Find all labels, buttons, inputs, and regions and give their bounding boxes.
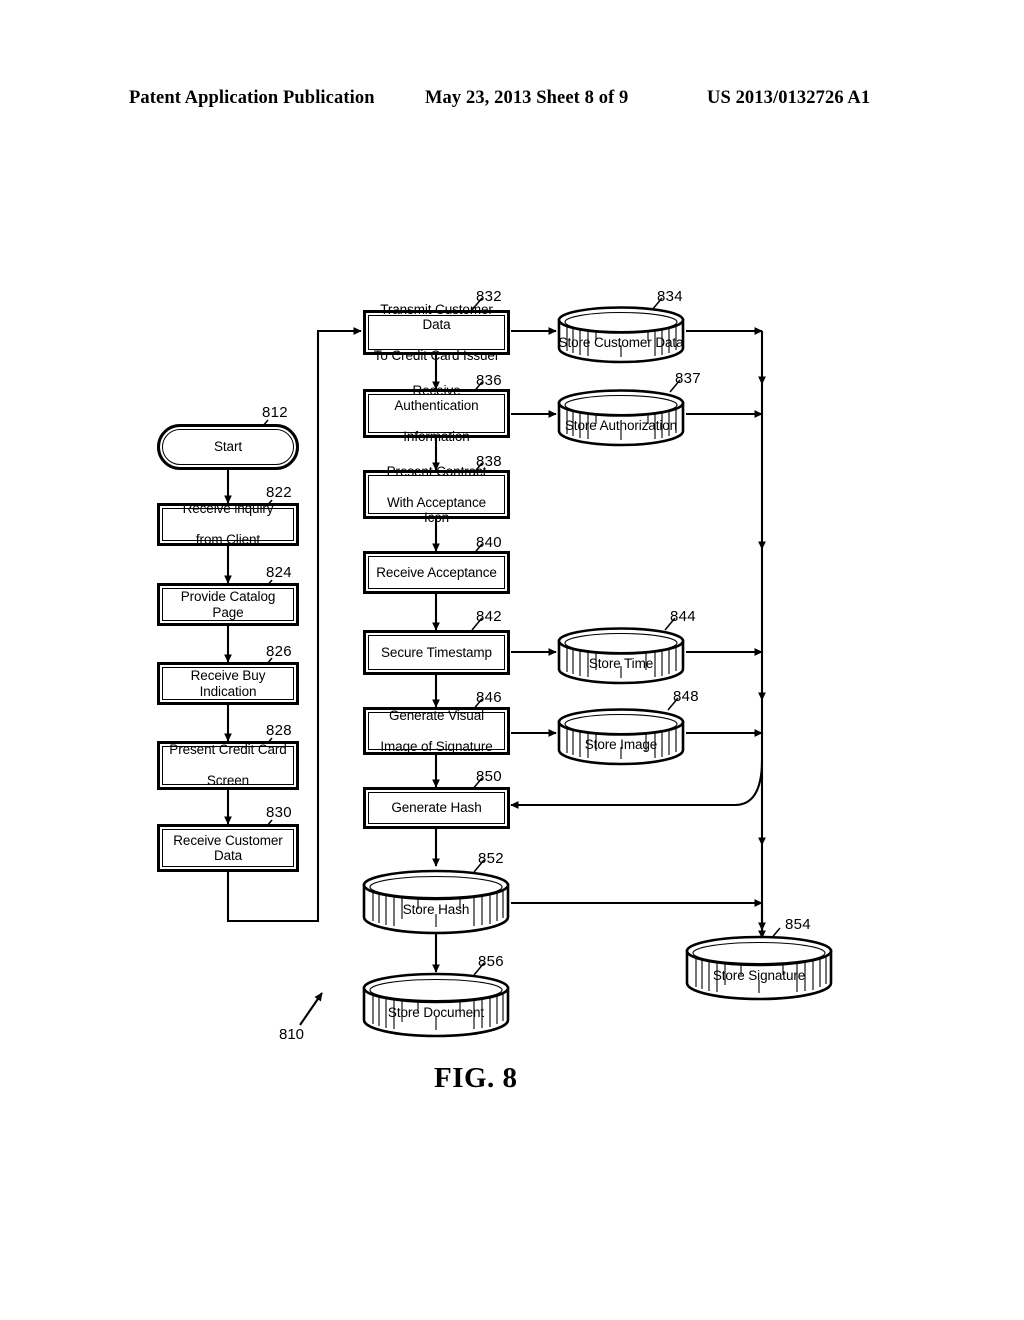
ref-844: 844 <box>670 608 696 625</box>
ref-810: 810 <box>279 1026 305 1043</box>
ref-836: 836 <box>476 372 502 389</box>
ref-830: 830 <box>266 804 292 821</box>
ref-828: 828 <box>266 722 292 739</box>
ref-834: 834 <box>657 288 683 305</box>
ref-824: 824 <box>266 564 292 581</box>
ref-852: 852 <box>478 850 504 867</box>
node-store-authorization[interactable]: Store Authorization <box>556 388 686 447</box>
node-receive-acceptance[interactable]: Receive Acceptance <box>363 551 510 594</box>
node-start-label: Start <box>213 439 242 455</box>
node-provide-catalog-page-label: Provide Catalog Page <box>180 589 276 620</box>
ref-812: 812 <box>262 404 288 421</box>
node-receive-acceptance-label: Receive Acceptance <box>376 564 497 580</box>
node-store-document-label: Store Document <box>387 1005 485 1020</box>
node-generate-hash-label: Generate Hash <box>391 800 482 816</box>
figure-caption: FIG. 8 <box>434 1062 518 1094</box>
node-generate-hash[interactable]: Generate Hash <box>363 787 510 829</box>
node-generate-visual-image-label: Generate Visual Image of Signature <box>380 707 493 754</box>
node-receive-customer-data[interactable]: Receive Customer Data <box>157 824 299 872</box>
node-store-image-label: Store Image <box>584 737 658 752</box>
node-receive-inquiry-label: Receive inquiry from Client <box>182 501 274 548</box>
ref-826: 826 <box>266 643 292 660</box>
ref-850: 850 <box>476 768 502 785</box>
node-store-customer-data-label: Store Customer Data <box>558 335 684 350</box>
node-store-document[interactable]: Store Document <box>361 972 511 1038</box>
node-receive-authentication-info-label: Receive Authentication Information <box>394 382 479 445</box>
node-receive-customer-data-label: Receive Customer Data <box>173 832 283 864</box>
ref-846: 846 <box>476 689 502 706</box>
node-store-time-label: Store Time <box>588 656 654 671</box>
node-receive-authentication-info[interactable]: Receive Authentication Information <box>363 383 510 444</box>
node-store-hash[interactable]: Store Hash <box>361 869 511 935</box>
node-present-credit-card-screen[interactable]: Present Credit Card Screen <box>157 741 299 790</box>
node-store-signature-label: Store Signature <box>712 968 806 983</box>
node-store-time[interactable]: Store Time <box>556 626 686 685</box>
node-provide-catalog-page[interactable]: Provide Catalog Page <box>157 583 299 626</box>
node-store-customer-data[interactable]: Store Customer Data <box>556 305 686 364</box>
node-secure-timestamp[interactable]: Secure Timestamp <box>363 630 510 675</box>
node-receive-buy-indication[interactable]: Receive Buy Indication <box>157 662 299 705</box>
connector-wires <box>224 297 781 1026</box>
patent-figure-8: Start 812 Receive inquiry from Client 822… <box>0 0 1024 1320</box>
ref-854: 854 <box>785 916 811 933</box>
ref-856: 856 <box>478 953 504 970</box>
node-start[interactable]: Start <box>157 424 299 470</box>
node-receive-inquiry[interactable]: Receive inquiry from Client <box>157 501 299 548</box>
ref-842: 842 <box>476 608 502 625</box>
node-store-signature[interactable]: Store Signature <box>684 935 834 1001</box>
ref-848: 848 <box>673 688 699 705</box>
node-store-hash-label: Store Hash <box>402 902 470 917</box>
node-secure-timestamp-label: Secure Timestamp <box>381 644 492 660</box>
node-transmit-customer-data-label: Transmit Customer Data To Credit Card Iss… <box>373 301 500 364</box>
ref-837: 837 <box>675 370 701 387</box>
node-transmit-customer-data[interactable]: Transmit Customer Data To Credit Card Iss… <box>363 302 510 363</box>
node-present-contract-label: Present Contract With Acceptance Icon <box>386 463 487 526</box>
node-present-contract[interactable]: Present Contract With Acceptance Icon <box>363 464 510 525</box>
node-store-image[interactable]: Store Image <box>556 707 686 766</box>
node-generate-visual-image[interactable]: Generate Visual Image of Signature <box>363 707 510 755</box>
node-store-authorization-label: Store Authorization <box>564 418 678 433</box>
ref-822: 822 <box>266 484 292 501</box>
ref-840: 840 <box>476 534 502 551</box>
node-present-credit-card-screen-label: Present Credit Card Screen <box>169 742 287 789</box>
ref-838: 838 <box>476 453 502 470</box>
ref-832: 832 <box>476 288 502 305</box>
node-receive-buy-indication-label: Receive Buy Indication <box>190 668 266 699</box>
